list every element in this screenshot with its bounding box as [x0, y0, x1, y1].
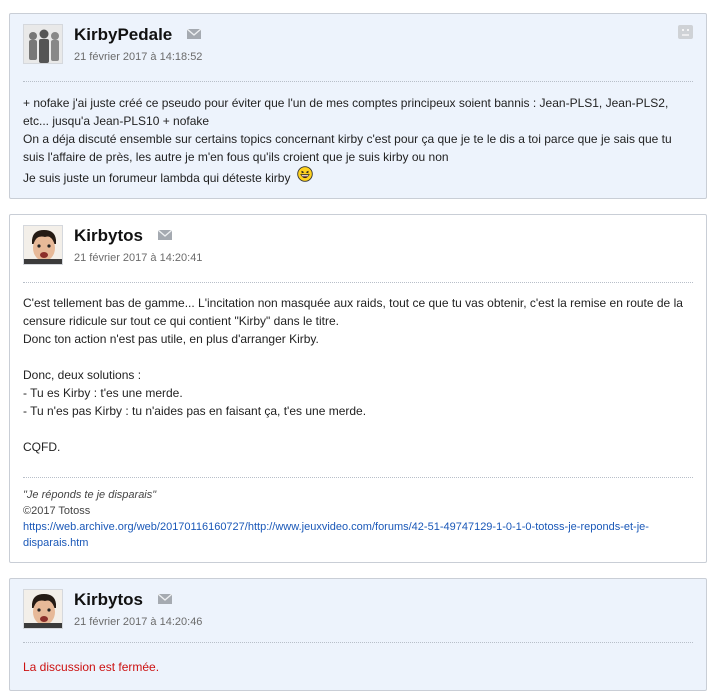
message-line: + nofake j'ai juste créé ce pseudo pour … — [23, 96, 669, 110]
avatar[interactable] — [23, 24, 63, 64]
silhouettes-avatar-icon — [24, 25, 62, 63]
message-line — [23, 420, 692, 438]
signature: "Je réponds te je disparais" ©2017 Totos… — [23, 487, 692, 551]
message-line: - Tu n'es pas Kirby : tu n'aides pas en … — [23, 404, 367, 418]
message-line: Donc, deux solutions : — [23, 368, 142, 382]
message-line: suis l'affaire de près, les autre je m'e… — [23, 150, 449, 164]
message-line: Donc ton action n'est pas utile, en plus… — [23, 332, 319, 346]
post-message: + nofake j'ai juste créé ce pseudo pour … — [23, 94, 692, 187]
message-line: censure ridicule sur tout ce qui contien… — [23, 314, 340, 328]
laughing-smiley-icon — [297, 166, 313, 187]
signature-link-text[interactable]: disparais.htm — [23, 537, 88, 549]
message-line: etc... jusqu'a Jean-PLS10 + nofake — [23, 114, 210, 128]
message-line: Je suis juste un forumeur lambda qui dét… — [23, 166, 692, 187]
envelope-icon[interactable] — [157, 589, 173, 609]
message-text: Je suis juste un forumeur lambda qui dét… — [23, 171, 291, 185]
signature-divider — [23, 477, 693, 478]
signature-link-text[interactable]: https://web.archive.org/web/201701161607… — [23, 521, 649, 533]
forum-post: Kirbytos 21 février 2017 à 14:20:46 La d… — [9, 578, 707, 691]
signature-quote: "Je réponds te je disparais" — [23, 489, 157, 501]
message-line: CQFD. — [23, 440, 61, 454]
signature-link[interactable]: https://web.archive.org/web/201701161607… — [23, 519, 692, 551]
header-divider — [23, 642, 693, 643]
report-icon[interactable] — [678, 25, 693, 39]
post-author[interactable]: Kirbytos — [74, 225, 173, 246]
post-header: Kirbytos 21 février 2017 à 14:20:46 — [23, 589, 693, 635]
author-name[interactable]: Kirbytos — [74, 590, 143, 609]
envelope-icon[interactable] — [186, 24, 202, 44]
post-date[interactable]: 21 février 2017 à 14:20:46 — [74, 616, 202, 628]
author-name[interactable]: KirbyPedale — [74, 25, 172, 44]
forum-post: KirbyPedale 21 février 2017 à 14:18:52 +… — [9, 13, 707, 199]
envelope-icon[interactable] — [157, 225, 173, 245]
post-author[interactable]: Kirbytos — [74, 589, 173, 610]
post-header: Kirbytos 21 février 2017 à 14:20:41 — [23, 225, 693, 271]
post-author[interactable]: KirbyPedale — [74, 24, 202, 45]
face-avatar-icon — [24, 226, 62, 264]
post-date[interactable]: 21 février 2017 à 14:18:52 — [74, 51, 202, 63]
author-name[interactable]: Kirbytos — [74, 226, 143, 245]
header-divider — [23, 81, 693, 82]
message-line — [23, 348, 692, 366]
forum-post: Kirbytos 21 février 2017 à 14:20:41 C'es… — [9, 214, 707, 563]
avatar[interactable] — [23, 225, 63, 265]
message-line: C'est tellement bas de gamme... L'incita… — [23, 296, 683, 310]
post-header: KirbyPedale 21 février 2017 à 14:18:52 — [23, 24, 693, 70]
post-date[interactable]: 21 février 2017 à 14:20:41 — [74, 252, 202, 264]
message-line: On a déja discuté ensemble sur certains … — [23, 132, 672, 146]
message-line: - Tu es Kirby : t'es une merde. — [23, 386, 183, 400]
face-avatar-icon — [24, 590, 62, 628]
signature-copyright: ©2017 Totoss — [23, 505, 91, 517]
discussion-closed-message: La discussion est fermée. — [23, 660, 160, 674]
avatar[interactable] — [23, 589, 63, 629]
post-message: C'est tellement bas de gamme... L'incita… — [23, 294, 692, 456]
header-divider — [23, 282, 693, 283]
